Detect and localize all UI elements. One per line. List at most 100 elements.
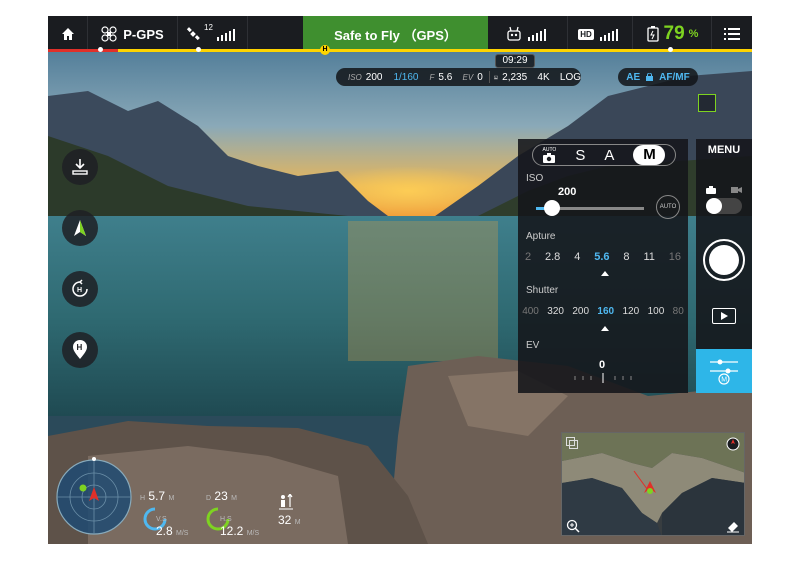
- battery-warning-segment: [48, 49, 118, 52]
- battery-icon: [646, 26, 659, 42]
- photo-count: 2,235: [502, 71, 528, 83]
- svg-text:H: H: [77, 343, 83, 352]
- aperture-option[interactable]: 11: [643, 251, 654, 263]
- shutter-option-selected[interactable]: 160: [597, 306, 614, 317]
- shutter-indicator-icon: [601, 326, 609, 331]
- video-camera-icon: [731, 187, 742, 193]
- telemetry-height: H 5.7 M: [140, 489, 174, 503]
- aperture-option[interactable]: 2.8: [545, 251, 560, 263]
- takeoff-button[interactable]: [62, 149, 98, 185]
- drone-camera-view: P-GPS 12 Safe to Fly （GPS） HD 79 % H 09:…: [48, 16, 752, 544]
- iso-label: ISO: [348, 72, 362, 82]
- home-button[interactable]: [48, 16, 88, 52]
- ev-value: 0: [477, 71, 483, 83]
- top-status-bar: P-GPS 12 Safe to Fly （GPS） HD 79 %: [48, 16, 752, 52]
- aperture-option[interactable]: 2: [525, 251, 531, 263]
- satellite-icon: [186, 27, 200, 41]
- camera-params-bar[interactable]: ISO 200 1/160 F 5.6 EV 0 2,235 4K LOG: [336, 68, 581, 86]
- shutter-option[interactable]: 100: [648, 306, 665, 317]
- sliders-icon: M: [710, 359, 738, 385]
- playback-button[interactable]: [712, 308, 736, 324]
- compass-arrow-icon: [74, 220, 86, 236]
- vs-unit: M/S: [176, 530, 189, 537]
- flight-status-safe: Safe to Fly （GPS）: [303, 16, 488, 52]
- map-layers-icon[interactable]: [566, 437, 578, 449]
- vision-altitude-icon: [279, 492, 293, 510]
- height-label: H: [140, 495, 146, 502]
- home-icon: [61, 28, 74, 40]
- zoom-icon[interactable]: [566, 519, 580, 533]
- iso-slider[interactable]: [536, 200, 644, 216]
- mode-switch-track[interactable]: [706, 198, 742, 214]
- iso-setting-value: 200: [558, 186, 577, 198]
- home-point-button[interactable]: H: [62, 332, 98, 368]
- battery-status[interactable]: 79 %: [633, 16, 712, 52]
- aperture-option[interactable]: 16: [669, 251, 681, 263]
- progress-dot: [668, 47, 673, 52]
- signal-bars-icon: [527, 29, 546, 41]
- satellite-count: 12: [204, 22, 213, 32]
- home-point-icon: H: [73, 340, 87, 359]
- shutter-option[interactable]: 320: [547, 306, 564, 317]
- map-compass-icon[interactable]: [726, 437, 740, 451]
- satellite-map-image: [562, 433, 744, 535]
- remote-signal[interactable]: [488, 16, 568, 52]
- hs-unit: M/S: [246, 530, 260, 537]
- mode-m[interactable]: M: [633, 145, 666, 165]
- flight-time: 09:29: [495, 54, 535, 68]
- height-value: 5.7: [148, 489, 166, 503]
- iso-slider-thumb[interactable]: [544, 200, 560, 216]
- color-format: LOG: [559, 71, 582, 83]
- mode-a[interactable]: A: [604, 147, 614, 164]
- camera-settings-button[interactable]: M: [696, 349, 752, 393]
- video-signal[interactable]: HD: [568, 16, 633, 52]
- battery-percent: 79: [663, 23, 685, 44]
- shutter-option[interactable]: 200: [572, 306, 589, 317]
- photo-video-toggle[interactable]: [704, 184, 744, 214]
- return-home-button[interactable]: H: [62, 271, 98, 307]
- aperture-option[interactable]: 8: [623, 251, 629, 263]
- hs-value: 12.2: [220, 524, 244, 538]
- focus-frame-icon[interactable]: [698, 94, 716, 112]
- shutter-options[interactable]: 400 320 200 160 120 100 80: [518, 306, 688, 317]
- telemetry-vertical-speed: V.S 2.8 M/S: [156, 510, 188, 538]
- aperture-option[interactable]: 4: [574, 251, 580, 263]
- ev-label: EV: [462, 72, 474, 82]
- mode-auto[interactable]: AUTO: [543, 147, 556, 163]
- gps-signal[interactable]: 12: [178, 16, 248, 52]
- altitude-value: 32: [278, 513, 292, 527]
- telemetry-horizontal-speed: H.S 12.2 M/S: [220, 510, 259, 538]
- vs-label: V.S: [156, 516, 167, 523]
- drone-icon: [101, 26, 117, 42]
- aperture-value: 5.6: [438, 71, 453, 83]
- altitude-unit: M: [294, 519, 301, 526]
- shutter-button[interactable]: [703, 239, 745, 281]
- focus-mode-toggle[interactable]: AF/MF: [659, 72, 690, 83]
- menu-button[interactable]: [712, 16, 752, 52]
- distance-value: 23: [214, 489, 228, 503]
- aperture-option-selected[interactable]: 5.6: [594, 251, 609, 263]
- aperture-indicator-icon: [601, 271, 609, 276]
- progress-dot: [196, 47, 201, 52]
- ae-lock-toggle[interactable]: AE: [626, 72, 640, 83]
- shutter-option[interactable]: 400: [522, 306, 539, 317]
- distance-label: D: [206, 495, 212, 502]
- aperture-options[interactable]: 2 2.8 4 5.6 8 11 16: [518, 251, 688, 263]
- exposure-mode-selector[interactable]: AUTO S A M: [532, 144, 676, 166]
- camera-menu-button[interactable]: MENU: [696, 144, 752, 156]
- lock-icon: [646, 73, 654, 81]
- height-unit: M: [168, 495, 175, 502]
- eraser-icon[interactable]: [726, 519, 740, 533]
- intelligent-flight-button[interactable]: [62, 210, 98, 246]
- shutter-option[interactable]: 80: [673, 306, 684, 317]
- signal-bars-icon: [599, 29, 618, 41]
- mode-s[interactable]: S: [575, 147, 585, 164]
- exposure-focus-bar[interactable]: AE AF/MF: [618, 68, 698, 86]
- aperture-title: Apture: [526, 231, 556, 242]
- shutter-option[interactable]: 120: [623, 306, 640, 317]
- mini-map[interactable]: [561, 432, 745, 536]
- ev-scale[interactable]: [573, 373, 633, 383]
- resolution: 4K: [537, 71, 550, 83]
- iso-auto-button[interactable]: AUTO: [656, 195, 680, 219]
- return-home-icon: H: [72, 279, 88, 297]
